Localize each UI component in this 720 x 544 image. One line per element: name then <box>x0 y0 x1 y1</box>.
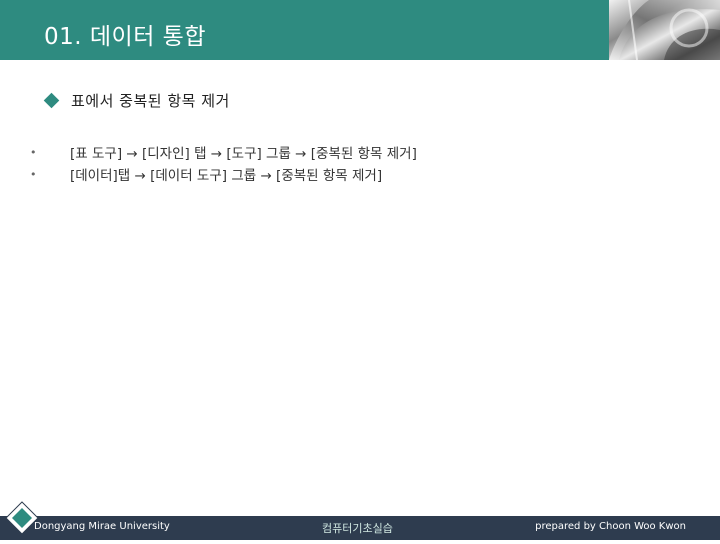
main-bullet: 표에서 중복된 항목 제거 <box>43 90 230 111</box>
main-bullet-text: 표에서 중복된 항목 제거 <box>71 92 230 110</box>
footer-university: Dongyang Mirae University <box>34 521 170 532</box>
footer-bar: Dongyang Mirae University 컴퓨터기초실습 prepar… <box>0 516 720 540</box>
bullet-dot-icon: • <box>30 145 37 159</box>
footer-author: prepared by Choon Woo Kwon <box>535 521 686 532</box>
diamond-bullet-icon <box>43 92 60 109</box>
corner-diamond-logo-icon <box>4 500 40 540</box>
title-bar: 01. 데이터 통합 <box>0 0 720 60</box>
sub-bullet-list: • [표 도구] → [디자인] 탭 → [도구] 그룹 → [중복된 항목 제… <box>30 141 417 185</box>
footer-course: 컴퓨터기초실습 <box>322 522 393 535</box>
list-item-text: [표 도구] → [디자인] 탭 → [도구] 그룹 → [중복된 항목 제거] <box>70 146 417 162</box>
slide-title: 01. 데이터 통합 <box>44 24 206 50</box>
list-item: • [표 도구] → [디자인] 탭 → [도구] 그룹 → [중복된 항목 제… <box>30 141 417 163</box>
list-item: • [데이터]탭 → [데이터 도구] 그룹 → [중복된 항목 제거] <box>30 163 417 185</box>
decorative-metal-image <box>609 0 720 60</box>
list-item-text: [데이터]탭 → [데이터 도구] 그룹 → [중복된 항목 제거] <box>70 168 383 184</box>
bullet-dot-icon: • <box>30 167 37 181</box>
